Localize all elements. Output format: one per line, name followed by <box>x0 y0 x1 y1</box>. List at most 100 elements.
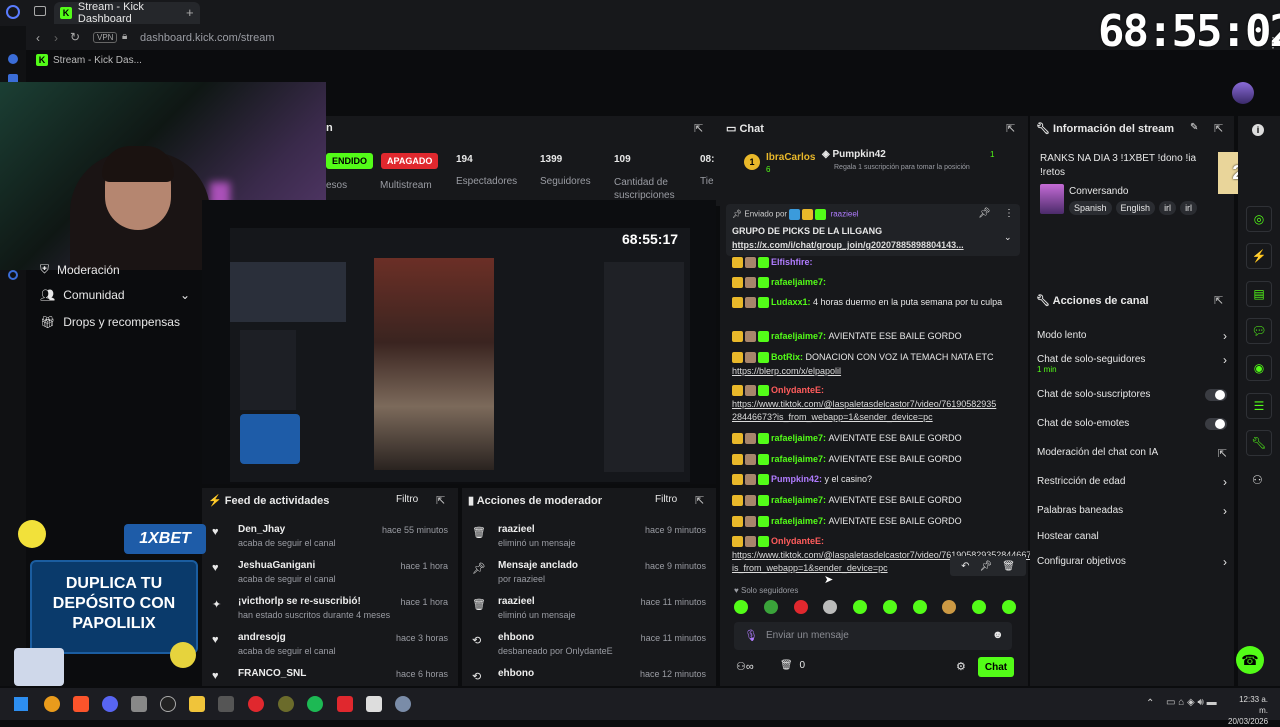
channel-action-2[interactable]: Chat de solo-seguidores 1 min › <box>1037 353 1227 374</box>
tag-badge[interactable]: irl <box>1180 201 1198 215</box>
multistream-badge[interactable]: APAGADO <box>381 153 439 169</box>
channel-action-4[interactable]: Chat de solo-emotes <box>1037 418 1227 430</box>
channel-action-3[interactable]: Chat de solo-suscriptores <box>1037 389 1227 401</box>
list-item[interactable]: ⟲ ehbono desbaneado por OnlydanteE hace 11 … <box>472 632 706 656</box>
tray-icons[interactable]: ▭ ⌂ ◈ 🔊︎ ▬ <box>1166 697 1217 708</box>
info-icon[interactable]: i <box>1252 124 1264 136</box>
notepad-icon[interactable] <box>366 696 382 712</box>
chevron-down-icon[interactable]: ⌄ <box>1004 232 1012 243</box>
messenger-icon[interactable] <box>8 54 18 64</box>
pinned-link[interactable]: https://x.com/i/chat/group_join/g2020788… <box>732 240 1002 250</box>
new-tab-icon[interactable]: + <box>186 5 194 20</box>
camera-icon[interactable]: ◎ <box>1246 206 1272 232</box>
folder-icon[interactable] <box>189 696 205 712</box>
chat-link[interactable]: https://www.tiktok.com/@laspaletasdelcas… <box>732 399 996 422</box>
reload-icon[interactable]: ↻ <box>70 30 80 44</box>
list-item[interactable]: ♥ JeshuaGanigani acaba de seguir el canal h… <box>212 560 448 584</box>
popout-icon[interactable]: ⇱ <box>1214 294 1223 307</box>
discord-icon[interactable] <box>102 696 118 712</box>
list-icon[interactable]: ☰ <box>1246 393 1272 419</box>
lightning-icon[interactable]: ⚡ <box>1246 243 1272 269</box>
popout-icon[interactable]: ⇱ <box>1006 122 1015 135</box>
store-icon[interactable] <box>131 696 147 712</box>
emote-icon[interactable] <box>734 600 748 614</box>
emote-icon[interactable] <box>793 600 808 614</box>
wrench-icon[interactable]: 🔧︎ <box>1246 430 1272 456</box>
nav-drops[interactable]: 🎁︎ Drops y recompensas <box>40 315 180 329</box>
list-item[interactable]: 📌︎ Mensaje anclado por raazieel hace 9 minu… <box>472 560 706 584</box>
list-item[interactable]: ♥ FRANCO_SNL hace 6 horas <box>212 668 448 682</box>
list-item[interactable]: ✦ ¡victhorlp se re-suscribió! han estado s… <box>212 596 448 620</box>
gamepad-icon[interactable] <box>218 696 234 712</box>
browser-tab[interactable]: K Stream - Kick Dashboard <box>54 1 200 25</box>
delete-icon[interactable]: 🗑︎ <box>1002 561 1015 572</box>
obs-icon[interactable] <box>278 696 294 712</box>
more-options-icon[interactable]: ⋮ <box>1004 208 1014 219</box>
app-icon-red[interactable] <box>337 696 353 712</box>
emote-icon[interactable] <box>912 600 927 614</box>
support-icon[interactable]: ☎ <box>1236 646 1264 674</box>
emote-icon[interactable] <box>1001 600 1016 614</box>
toggle-switch[interactable] <box>1205 389 1227 401</box>
activity-filter-button[interactable]: Filtro <box>396 494 418 505</box>
chat-username[interactable]: Pumpkin42: <box>771 474 825 484</box>
document-icon[interactable]: ▤ <box>1246 281 1272 307</box>
chat-username[interactable]: rafaeljaime7: <box>771 331 829 341</box>
edit-icon[interactable]: ✎ <box>1190 122 1198 133</box>
mic-icon[interactable]: 🎙︎ <box>744 629 758 642</box>
emote-icon[interactable] <box>853 600 868 614</box>
nav-comunidad[interactable]: 👥︎ Comunidad ⌄ <box>40 288 190 302</box>
steam-icon[interactable] <box>160 696 176 712</box>
browser-logo-icon[interactable] <box>6 5 20 19</box>
channel-action-9[interactable]: Configurar objetivos › <box>1037 555 1227 569</box>
emote-icon[interactable] <box>763 600 778 614</box>
brave-icon[interactable] <box>73 696 89 712</box>
top-gifter-name[interactable]: IbraCarlos <box>766 152 815 163</box>
vpn-badge[interactable]: VPN <box>93 32 118 43</box>
channel-action-5[interactable]: Moderación del chat con IA ⇱ <box>1037 447 1227 460</box>
tag-badge[interactable]: irl <box>1159 201 1177 215</box>
list-item[interactable]: 🗑︎ raazieel eliminó un mensaje hace 11 minu… <box>472 596 706 620</box>
settings-app-icon[interactable] <box>395 696 411 712</box>
chat-icon[interactable]: 💬︎ <box>1246 318 1272 344</box>
chat-username[interactable]: rafaeljaime7: <box>771 516 829 526</box>
emote-icon[interactable] <box>823 600 838 614</box>
chat-username[interactable]: OnlydanteE: <box>771 536 824 546</box>
chat-username[interactable]: BotRix: <box>771 352 806 362</box>
broadcast-icon[interactable]: ◉ <box>1246 355 1272 381</box>
reply-icon[interactable]: ↶ <box>961 561 969 572</box>
chat-username[interactable]: rafaeljaime7: <box>771 433 829 443</box>
forward-icon[interactable]: › <box>54 31 58 45</box>
popout-icon[interactable]: ⇱ <box>1214 122 1223 135</box>
channel-action-6[interactable]: Restricción de edad › <box>1037 475 1227 489</box>
channel-action-1[interactable]: Modo lento › <box>1037 329 1227 343</box>
pin-icon[interactable]: 📌︎ <box>979 561 992 572</box>
list-item[interactable]: 🗑︎ raazieel eliminó un mensaje hace 9 minut… <box>472 524 706 548</box>
mod-filter-button[interactable]: Filtro <box>655 494 677 505</box>
popout-icon[interactable]: ⇱ <box>436 494 445 507</box>
gift-counter[interactable]: 🗑︎ 0 <box>780 660 805 671</box>
windows-start-icon[interactable] <box>14 697 28 711</box>
chat-username[interactable]: rafaeljaime7: <box>771 495 829 505</box>
users-icon[interactable]: ⚇∞ <box>736 660 754 673</box>
nav-moderacion[interactable]: ⛨ Moderación <box>40 262 120 277</box>
list-item[interactable]: ⟲ ehbono hace 12 minutos <box>472 668 706 683</box>
list-item[interactable]: ♥ andresojg acaba de seguir el canal hace 3… <box>212 632 448 656</box>
chat-username[interactable]: rafaeljaime7: <box>771 277 826 287</box>
share-icon[interactable]: ⚇ <box>1252 473 1263 487</box>
tag-badge[interactable]: English <box>1115 201 1156 215</box>
emoji-icon[interactable]: ☻ <box>992 629 1004 641</box>
chat-link[interactable]: https://blerp.com/x/elpapolil <box>732 366 841 376</box>
toggle-switch[interactable] <box>1205 418 1227 430</box>
channel-action-8[interactable]: Hostear canal <box>1037 531 1227 542</box>
chat-username[interactable]: OnlydanteE: <box>771 385 824 395</box>
channel-action-7[interactable]: Palabras baneadas › <box>1037 504 1227 518</box>
send-chat-button[interactable]: Chat <box>978 657 1014 677</box>
chat-username[interactable]: Elfishfire: <box>771 257 813 267</box>
more-vertical-icon[interactable]: ⋮ <box>1266 34 1280 51</box>
tray-arrow-icon[interactable]: ⌃ <box>1146 698 1154 709</box>
spotify-icon[interactable] <box>307 696 323 712</box>
popout-icon[interactable]: ⇱ <box>694 122 703 135</box>
emote-icon[interactable] <box>942 600 957 614</box>
tag-badge[interactable]: Spanish <box>1069 201 1112 215</box>
